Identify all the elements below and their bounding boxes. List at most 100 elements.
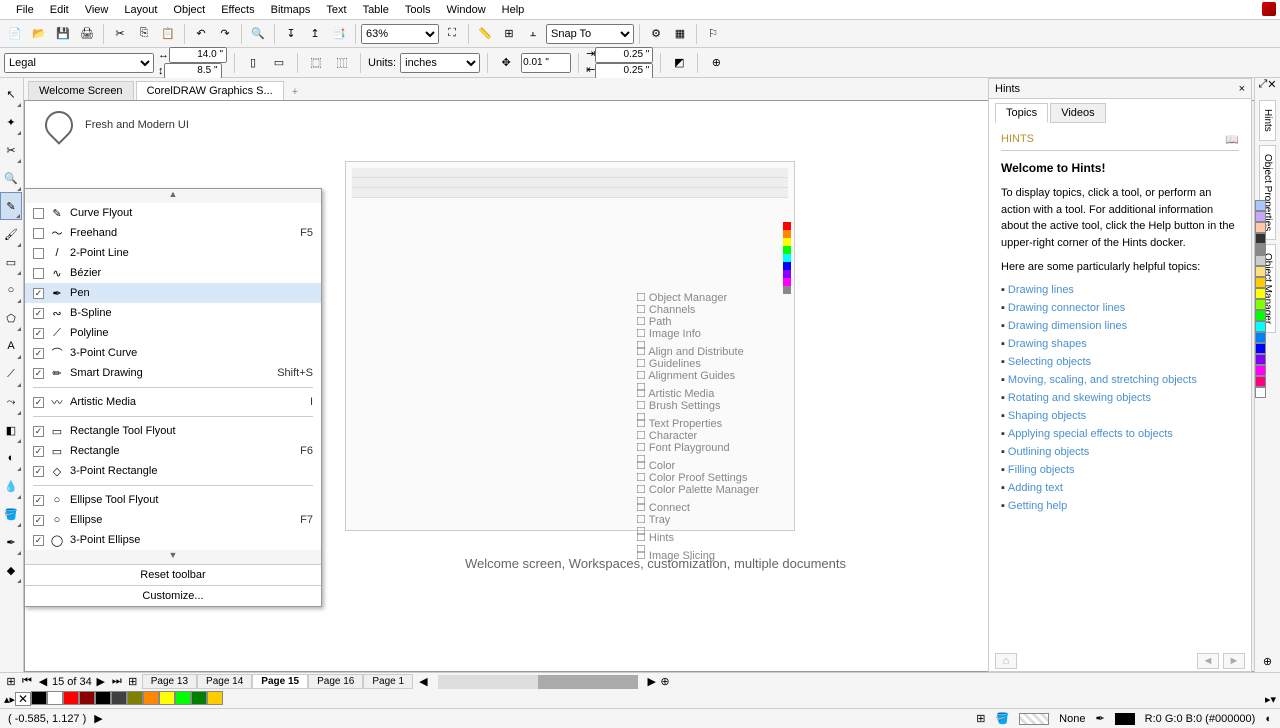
color-swatch[interactable] xyxy=(1255,299,1266,310)
rectangle-tool[interactable]: ▭ xyxy=(0,248,22,276)
color-swatch[interactable] xyxy=(1255,343,1266,354)
checkbox-icon[interactable] xyxy=(33,368,44,379)
parallel-dim-tool[interactable]: ⟋ xyxy=(0,360,22,388)
menu-view[interactable]: View xyxy=(77,2,117,18)
menu-tools[interactable]: Tools xyxy=(397,2,439,18)
menu-layout[interactable]: Layout xyxy=(116,2,165,18)
flyout-item-3-point-rectangle[interactable]: ◇ 3-Point Rectangle xyxy=(25,461,321,481)
copy-button[interactable]: ⎘ xyxy=(133,23,155,45)
undo-button[interactable]: ↶ xyxy=(190,23,212,45)
page-preset-select[interactable]: Legal xyxy=(4,53,154,73)
hints-topic-link[interactable]: Outlining objects xyxy=(1001,443,1239,461)
customize-button[interactable]: Customize... xyxy=(25,585,321,606)
freehand-tool[interactable]: ✎ xyxy=(0,192,22,220)
cut-button[interactable]: ✂ xyxy=(109,23,131,45)
checkbox-icon[interactable] xyxy=(33,515,44,526)
menu-window[interactable]: Window xyxy=(439,2,494,18)
hints-topic-link[interactable]: Selecting objects xyxy=(1001,353,1239,371)
tab-topics[interactable]: Topics xyxy=(995,103,1048,123)
back-icon[interactable]: ◄ xyxy=(1197,653,1219,669)
color-proof-icon[interactable]: ◐ xyxy=(1265,713,1272,725)
connector-tool[interactable]: ⤳ xyxy=(0,388,22,416)
flyout-item-bézier[interactable]: ∿ Bézier xyxy=(25,263,321,283)
menu-object[interactable]: Object xyxy=(165,2,213,18)
print-button[interactable]: 🖨 xyxy=(76,23,98,45)
flyout-item-pen[interactable]: ✒ Pen xyxy=(25,283,321,303)
tab-add-button[interactable]: + xyxy=(286,84,304,100)
page-tab[interactable]: Page 1 xyxy=(363,674,413,689)
export-button[interactable]: ↥ xyxy=(304,23,326,45)
hints-topic-link[interactable]: Applying special effects to objects xyxy=(1001,425,1239,443)
page-tab[interactable]: Page 15 xyxy=(252,674,308,689)
color-swatch[interactable] xyxy=(175,691,191,705)
paste-button[interactable]: 📋 xyxy=(157,23,179,45)
color-swatch[interactable] xyxy=(1255,376,1266,387)
flyout-item-3-point-curve[interactable]: ⌒ 3-Point Curve xyxy=(25,343,321,363)
color-swatch[interactable] xyxy=(63,691,79,705)
flyout-item-rectangle-tool-flyout[interactable]: ▭ Rectangle Tool Flyout xyxy=(25,421,321,441)
checkbox-icon[interactable] xyxy=(33,248,44,259)
guidelines-button[interactable]: ⫠ xyxy=(522,23,544,45)
all-pages-button[interactable]: ⿴ xyxy=(305,52,327,74)
landscape-button[interactable]: ▭ xyxy=(268,52,290,74)
search-button[interactable]: 🔍 xyxy=(247,23,269,45)
page-tab[interactable]: Page 14 xyxy=(197,674,252,689)
menu-effects[interactable]: Effects xyxy=(213,2,262,18)
color-swatch[interactable] xyxy=(191,691,207,705)
home-icon[interactable]: ⌂ xyxy=(995,653,1017,669)
flyout-item-artistic-media[interactable]: 〰 Artistic Media I xyxy=(25,392,321,412)
color-swatch[interactable] xyxy=(31,691,47,705)
close-icon[interactable]: × xyxy=(1239,83,1245,95)
add-preset-button[interactable]: ⊕ xyxy=(705,52,727,74)
color-swatch[interactable] xyxy=(1255,332,1266,343)
hints-topic-link[interactable]: Drawing shapes xyxy=(1001,335,1239,353)
flyout-item-freehand[interactable]: 〜 FreehandF5 xyxy=(25,223,321,243)
welcome-button[interactable]: ⚐ xyxy=(702,23,724,45)
checkbox-icon[interactable] xyxy=(33,268,44,279)
checkbox-icon[interactable] xyxy=(33,495,44,506)
page-height-input[interactable] xyxy=(164,63,222,79)
checkbox-icon[interactable] xyxy=(33,208,44,219)
hints-topic-link[interactable]: Adding text xyxy=(1001,479,1239,497)
flyout-item-curve-flyout[interactable]: ✎ Curve Flyout xyxy=(25,203,321,223)
play-icon[interactable]: ▶ xyxy=(94,712,102,725)
add-page-icon[interactable]: ⊞ xyxy=(4,675,18,689)
color-swatch[interactable] xyxy=(1255,354,1266,365)
checkbox-icon[interactable] xyxy=(33,228,44,239)
docker-hints[interactable]: Hints xyxy=(1259,100,1276,141)
open-button[interactable]: 📂 xyxy=(28,23,50,45)
next-page-icon[interactable]: ▶ xyxy=(94,675,108,689)
color-swatch[interactable] xyxy=(79,691,95,705)
reset-toolbar-button[interactable]: Reset toolbar xyxy=(25,565,321,585)
color-swatch[interactable] xyxy=(1255,266,1266,277)
color-swatch[interactable] xyxy=(1255,211,1266,222)
close-docker-icon[interactable]: ✕ xyxy=(1267,78,1276,96)
tab-document[interactable]: CorelDRAW Graphics S... xyxy=(136,81,284,100)
horizontal-scrollbar[interactable] xyxy=(438,675,638,689)
dup-x-input[interactable] xyxy=(595,47,653,63)
checkbox-icon[interactable] xyxy=(33,397,44,408)
import-button[interactable]: ↧ xyxy=(280,23,302,45)
color-swatch[interactable] xyxy=(207,691,223,705)
hints-topic-link[interactable]: Rotating and skewing objects xyxy=(1001,389,1239,407)
scroll-up-icon[interactable]: ▲ xyxy=(25,189,321,203)
color-swatch[interactable] xyxy=(127,691,143,705)
eyedropper-tool[interactable]: 💧 xyxy=(0,472,22,500)
palette-expand-icon[interactable]: ▾ xyxy=(1270,693,1276,706)
flyout-item-smart-drawing[interactable]: ✏ Smart DrawingShift+S xyxy=(25,363,321,383)
menu-edit[interactable]: Edit xyxy=(42,2,77,18)
menu-help[interactable]: Help xyxy=(494,2,533,18)
add-page-after-icon[interactable]: ⊞ xyxy=(126,675,140,689)
menu-file[interactable]: File xyxy=(8,2,42,18)
color-swatch[interactable] xyxy=(111,691,127,705)
treat-as-filled-button[interactable]: ◩ xyxy=(668,52,690,74)
publish-pdf-button[interactable]: 📑 xyxy=(328,23,350,45)
menu-bitmaps[interactable]: Bitmaps xyxy=(263,2,319,18)
hints-topic-link[interactable]: Filling objects xyxy=(1001,461,1239,479)
new-button[interactable]: 📄 xyxy=(4,23,26,45)
color-swatch[interactable] xyxy=(1255,310,1266,321)
interactive-fill-tool[interactable]: 🪣 xyxy=(0,500,22,528)
forward-icon[interactable]: ► xyxy=(1223,653,1245,669)
expand-icon[interactable]: ⤢ xyxy=(1258,78,1267,96)
hints-topic-link[interactable]: Getting help xyxy=(1001,497,1239,515)
